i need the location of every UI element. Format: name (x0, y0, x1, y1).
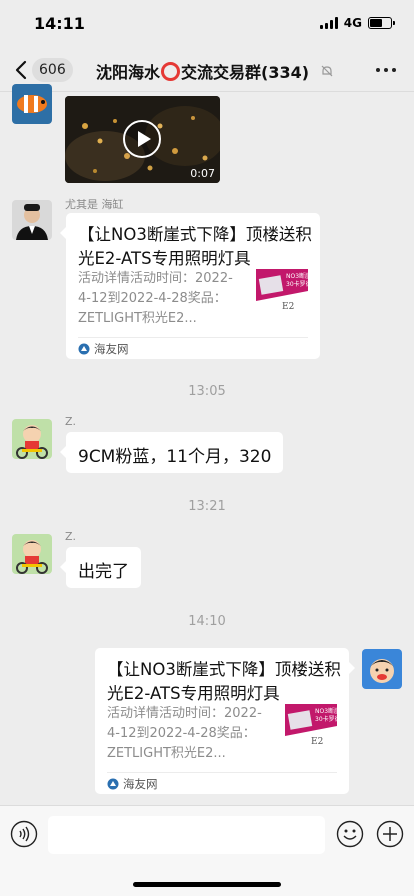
sender-name: Z. (65, 415, 77, 428)
timestamp-divider: 13:05 (188, 384, 226, 399)
thumb-brand: E2 (282, 302, 294, 312)
avatar-clownfish[interactable] (12, 84, 52, 124)
card-title: 【让NO3断崖式下降】顶楼送积光E2-ATS专用照明灯具 (107, 660, 341, 703)
avatar-cartoon[interactable] (12, 534, 52, 574)
card-thumbnail: NO3断崖 30卡罗德 E2 (285, 704, 337, 756)
timestamp-divider: 14:10 (188, 614, 226, 629)
thumb-line1: NO3断崖 (315, 707, 337, 715)
card-title: 【让NO3断崖式下降】顶楼送积光E2-ATS专用照明灯具 (78, 225, 312, 268)
card-description: 活动详情活动时间：2022-4-12到2022-4-28奖品：ZETLIGHT积… (78, 271, 233, 326)
status-indicators: 4G (319, 16, 395, 30)
video-message[interactable]: 0:07 (65, 96, 220, 183)
source-logo-icon (78, 343, 90, 354)
chat-header: 606 沈阳海水 交流交易群(334) (0, 48, 414, 92)
link-card[interactable]: 【让NO3断崖式下降】顶楼送积光E2-ATS专用照明灯具 活动详情活动时间：20… (95, 648, 355, 794)
mute-icon (321, 65, 333, 77)
home-indicator[interactable] (133, 882, 281, 887)
thumb-brand: E2 (311, 737, 323, 747)
thumb-line1: NO3断崖 (286, 272, 308, 280)
card-footer: 海友网 (78, 337, 308, 359)
chat-title-part2: 交流交易群(334) (181, 63, 310, 82)
source-logo-icon (107, 778, 119, 789)
play-icon[interactable] (122, 119, 162, 159)
link-card[interactable]: 【让NO3断崖式下降】顶楼送积光E2-ATS专用照明灯具 活动详情活动时间：20… (60, 213, 320, 359)
card-source: 海友网 (123, 776, 158, 791)
thumb-line2: 30卡罗德 (315, 715, 337, 723)
status-bar: 14:11 4G (0, 0, 414, 48)
unread-count-badge[interactable]: 606 (32, 58, 73, 82)
avatar-user-man[interactable] (12, 200, 52, 240)
chat-title-part1: 沈阳海水 (96, 63, 161, 82)
battery-icon (368, 17, 395, 29)
network-label: 4G (343, 16, 362, 30)
text-message[interactable]: 9CM粉蓝，11个月，320 (59, 432, 284, 473)
emoji-icon[interactable] (336, 820, 364, 848)
more-icon[interactable] (376, 68, 396, 72)
card-footer: 海友网 (107, 772, 337, 794)
back-icon[interactable] (14, 59, 30, 81)
message-input[interactable] (48, 816, 325, 854)
sender-name: 尤其是 海缸 (65, 198, 124, 211)
text-message[interactable]: 出完了 (60, 547, 141, 588)
avatar-cartoon[interactable] (12, 419, 52, 459)
status-time: 14:11 (34, 14, 85, 33)
card-source: 海友网 (94, 341, 129, 356)
card-description: 活动详情活动时间：2022-4-12到2022-4-28奖品：ZETLIGHT积… (107, 706, 262, 761)
video-duration: 0:07 (190, 167, 215, 180)
sender-name: Z. (65, 530, 77, 543)
chat-title: 沈阳海水 交流交易群(334) (96, 59, 309, 83)
signal-icon (319, 17, 338, 29)
avatar-self-cartoon[interactable] (362, 649, 402, 689)
add-icon[interactable] (376, 820, 404, 848)
card-thumbnail: NO3断崖 30卡罗德 E2 (256, 269, 308, 321)
thumb-line2: 30卡罗德 (286, 280, 308, 288)
timestamp-divider: 13:21 (188, 499, 226, 514)
red-circle-emoji-icon (161, 61, 181, 81)
voice-icon[interactable] (10, 820, 38, 848)
